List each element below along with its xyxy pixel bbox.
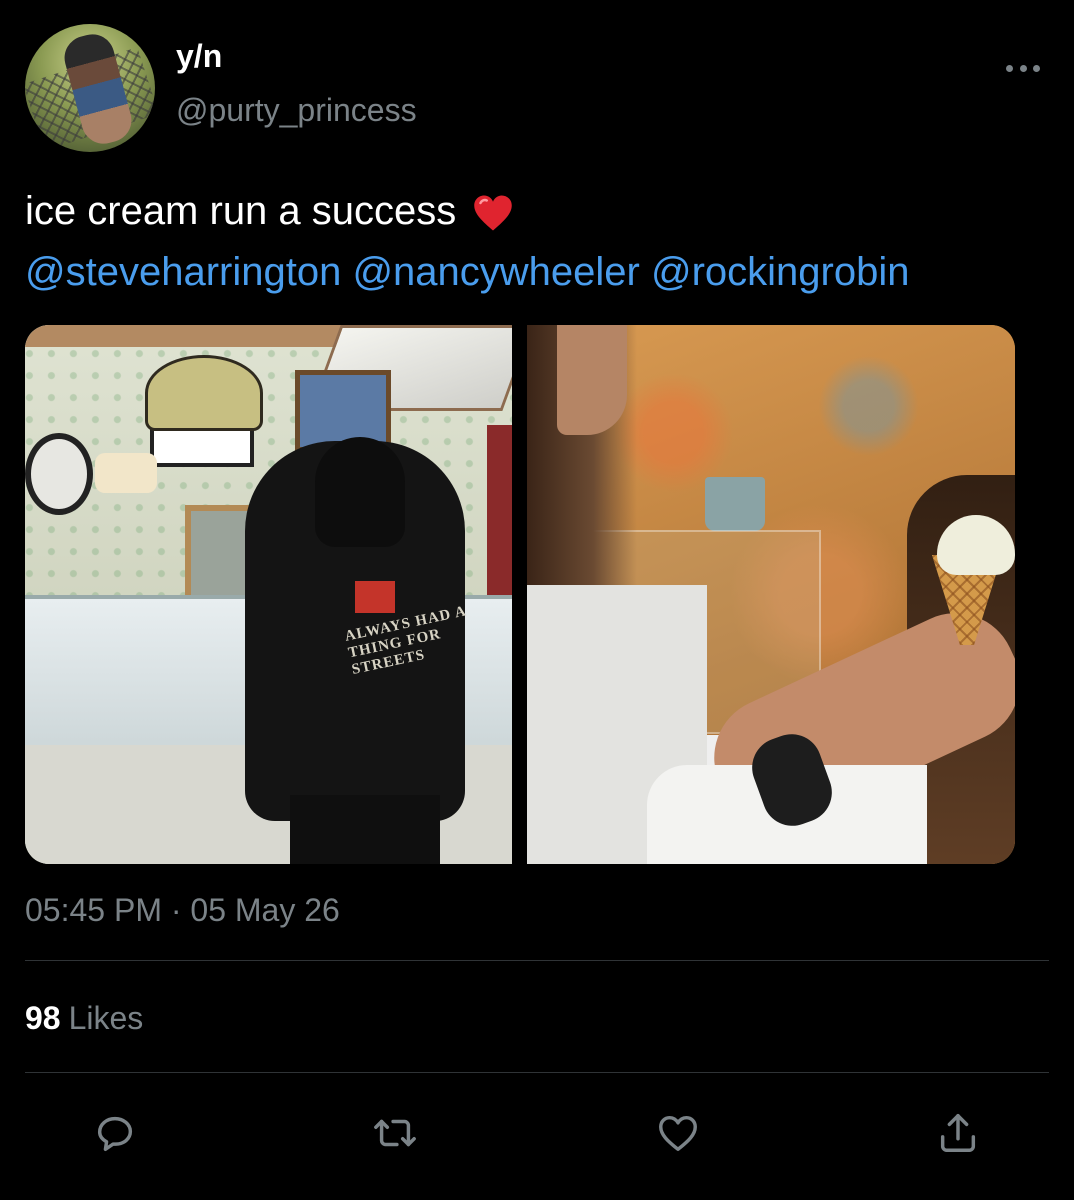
person-face xyxy=(557,325,627,435)
tweet-image-ice-cream-shop[interactable]: ALWAYS HAD A THING FOR STREETS xyxy=(25,325,512,864)
hanging-lamp xyxy=(145,355,263,431)
more-options-icon[interactable] xyxy=(1006,64,1040,72)
heart-emoji-icon xyxy=(474,195,513,231)
mention-link[interactable]: @rockingrobin xyxy=(651,250,910,294)
dot xyxy=(1006,64,1013,72)
tweet-image-ice-cream-cone[interactable] xyxy=(527,325,1015,864)
tweet-body: ice cream run a success xyxy=(25,189,457,233)
tweet-timestamp[interactable]: 05:45 PM · 05 May 26 xyxy=(25,892,340,929)
avatar[interactable] xyxy=(25,24,155,152)
reply-button[interactable] xyxy=(90,1108,140,1158)
wall-sign xyxy=(95,453,157,493)
share-button[interactable] xyxy=(933,1108,983,1158)
hoodie-logo xyxy=(355,581,395,613)
retweet-icon xyxy=(374,1119,416,1147)
person-legs xyxy=(290,795,440,864)
tweet-text-line: ice cream run a success xyxy=(25,186,1065,236)
likes-count: 98 xyxy=(25,1000,61,1036)
likes-stat[interactable]: 98 Likes xyxy=(25,1000,143,1037)
reply-icon xyxy=(97,1116,133,1152)
divider xyxy=(25,1072,1049,1073)
share-icon xyxy=(940,1114,976,1152)
likes-label: Likes xyxy=(68,1000,144,1036)
retweet-button[interactable] xyxy=(370,1108,420,1158)
user-handle[interactable]: @purty_princess xyxy=(176,92,417,129)
person-hood xyxy=(315,437,405,547)
media-grid: ALWAYS HAD A THING FOR STREETS xyxy=(25,325,1015,864)
wall-clock xyxy=(25,433,93,515)
divider xyxy=(25,960,1049,961)
bucket xyxy=(705,477,765,531)
dot xyxy=(1019,64,1027,72)
mentions-line: @steveharrington @nancywheeler @rockingr… xyxy=(25,247,910,297)
mention-link[interactable]: @steveharrington xyxy=(25,250,341,294)
mention-link[interactable]: @nancywheeler xyxy=(352,250,639,294)
dot xyxy=(1033,64,1040,72)
image-gap xyxy=(512,325,527,864)
like-icon xyxy=(659,1115,697,1152)
like-button[interactable] xyxy=(653,1108,703,1158)
display-name[interactable]: y/n xyxy=(176,38,222,75)
